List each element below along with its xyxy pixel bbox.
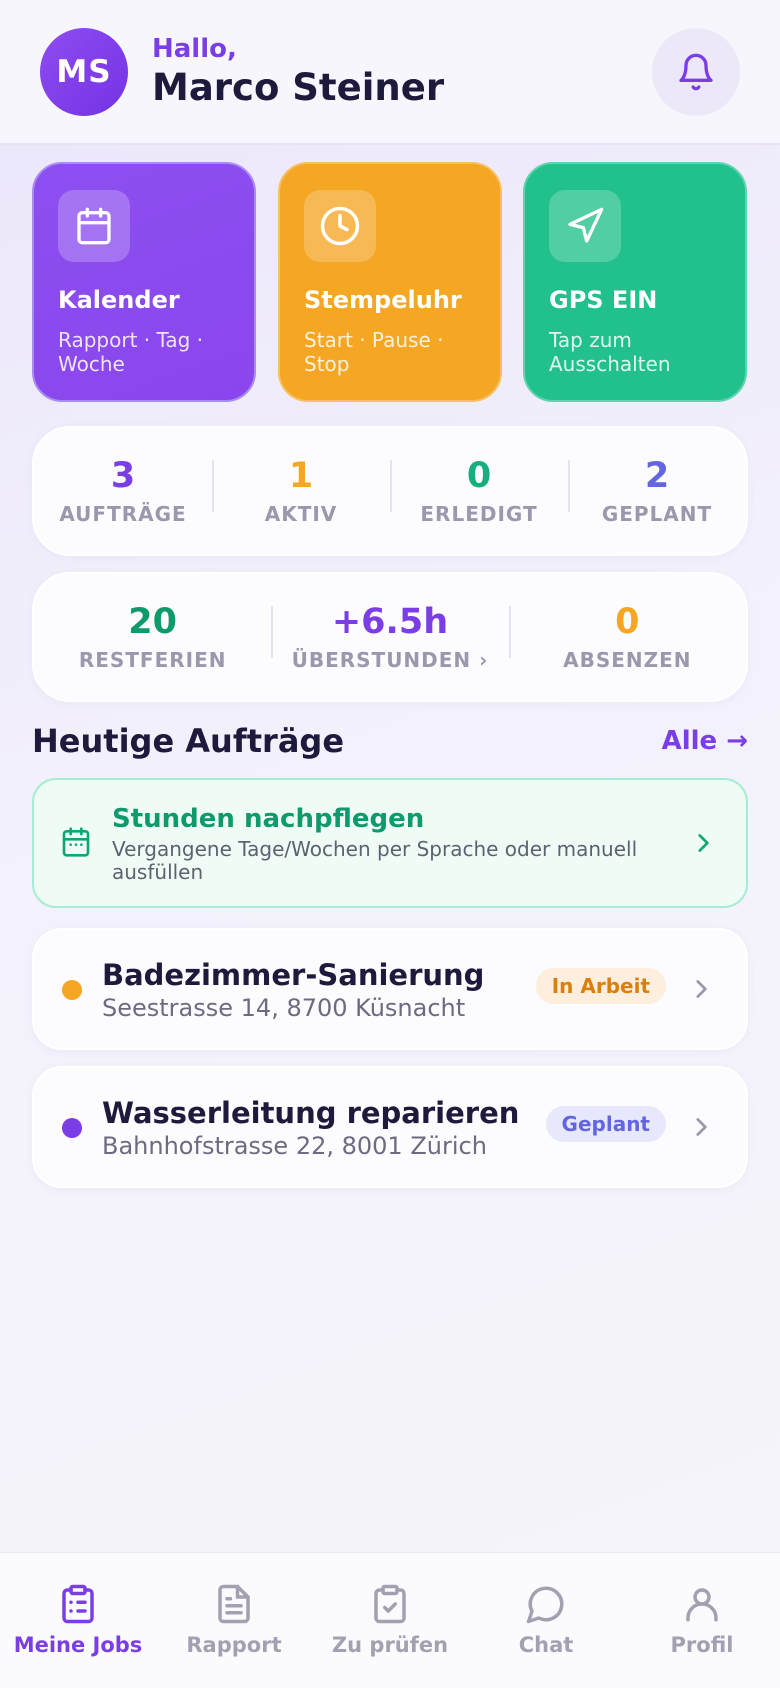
stat-label: ERLEDIGT (420, 502, 538, 526)
stat-label: ÜBERSTUNDEN › (291, 648, 489, 672)
time-clock-tile-subtitle: Start · Pause · Stop (304, 328, 444, 376)
bottom-navigation: Meine Jobs Rapport Zu prüfen Chat Profil (0, 1552, 780, 1688)
status-dot (62, 1118, 82, 1138)
chevron-right-icon (696, 980, 707, 998)
chat-bubble-icon (526, 1586, 564, 1624)
stat-label: AUFTRÄGE (59, 502, 187, 526)
chevron-right-icon (698, 834, 709, 852)
clipboard-list-icon (62, 1584, 94, 1624)
job-address: Seestrasse 14, 8700 Küsnacht (102, 994, 466, 1022)
nav-item-my-jobs[interactable]: Meine Jobs (0, 1553, 156, 1688)
job-card[interactable]: Badezimmer-Sanierung Seestrasse 14, 8700… (32, 928, 748, 1050)
calendar-tile[interactable]: Kalender Rapport · Tag · Woche (32, 162, 256, 402)
stat-value: 1 (288, 456, 314, 496)
avatar[interactable]: MS (40, 28, 128, 116)
nav-item-chat[interactable]: Chat (468, 1553, 624, 1688)
nav-item-report[interactable]: Rapport (156, 1553, 312, 1688)
nav-label: Rapport (186, 1633, 282, 1657)
stat-value: 0 (615, 602, 640, 642)
stat-value: 0 (466, 456, 492, 496)
view-all-link[interactable]: Alle → (662, 726, 748, 756)
job-card[interactable]: Wasserleitung reparieren Bahnhofstrasse … (32, 1066, 748, 1188)
user-name: Marco Steiner (152, 66, 445, 109)
file-text-icon (218, 1584, 250, 1624)
status-dot (62, 980, 82, 1000)
calendar-tile-subtitle: Rapport · Tag · Woche (58, 328, 204, 376)
nav-label: Profil (670, 1633, 734, 1657)
stat-value: +6.5h (331, 602, 449, 642)
backfill-hours-title: Stunden nachpflegen (112, 804, 425, 834)
stat-label: AKTIV (264, 502, 338, 526)
calendar-tile-icon-box (58, 190, 130, 262)
stat-planned[interactable]: 2 GEPLANT (568, 456, 746, 526)
stat-value: 3 (110, 456, 136, 496)
stat-remaining-vacation[interactable]: 20 RESTFERIEN (34, 602, 271, 672)
stat-label: GEPLANT (601, 502, 713, 526)
nav-label: Chat (518, 1633, 574, 1657)
stat-value: 2 (644, 456, 670, 496)
time-stats-card: 20 RESTFERIEN +6.5h ÜBERSTUNDEN › 0 ABSE… (32, 572, 748, 702)
notifications-button[interactable] (652, 28, 740, 116)
stat-overtime[interactable]: +6.5h ÜBERSTUNDEN › (271, 602, 508, 672)
calendar-tile-title: Kalender (58, 286, 180, 314)
greeting-text: Hallo, (152, 34, 237, 64)
app-header: MS Hallo, Marco Steiner (0, 0, 780, 145)
gps-tile[interactable]: GPS EIN Tap zum Ausschalten (523, 162, 747, 402)
clock-icon (320, 206, 360, 246)
gps-tile-subtitle: Tap zum Ausschalten (549, 328, 671, 376)
stat-active[interactable]: 1 AKTIV (212, 456, 390, 526)
calendar-icon (77, 207, 111, 245)
clipboard-check-icon (374, 1584, 406, 1624)
stat-done[interactable]: 0 ERLEDIGT (390, 456, 568, 526)
stat-orders[interactable]: 3 AUFTRÄGE (34, 456, 212, 526)
section-title: Heutige Aufträge (32, 722, 345, 760)
backfill-hours-banner[interactable]: Stunden nachpflegen Vergangene Tage/Woch… (32, 778, 748, 908)
nav-label: Meine Jobs (13, 1633, 143, 1657)
time-clock-tile-icon-box (304, 190, 376, 262)
chevron-right-icon (696, 1118, 707, 1136)
nav-item-to-review[interactable]: Zu prüfen (312, 1553, 468, 1688)
backfill-hours-subtitle: Vergangene Tage/Wochen per Sprache oder … (112, 837, 638, 884)
job-title: Wasserleitung reparieren (102, 1096, 520, 1130)
gps-tile-icon-box (549, 190, 621, 262)
stat-value: 20 (128, 602, 178, 642)
nav-item-profile[interactable]: Profil (624, 1553, 780, 1688)
status-badge: Geplant (545, 1106, 666, 1142)
job-stats-card: 3 AUFTRÄGE 1 AKTIV 0 ERLEDIGT 2 GEPLANT (32, 426, 748, 556)
time-clock-tile-title: Stempeluhr (304, 286, 462, 314)
navigation-arrow-icon (568, 207, 604, 243)
stat-label: ABSENZEN (563, 648, 692, 672)
stat-absences[interactable]: 0 ABSENZEN (508, 602, 746, 672)
gps-tile-title: GPS EIN (549, 286, 658, 314)
status-badge: In Arbeit (535, 968, 666, 1004)
job-address: Bahnhofstrasse 22, 8001 Zürich (102, 1132, 487, 1160)
stat-label: RESTFERIEN (78, 648, 227, 672)
user-icon (686, 1588, 718, 1622)
time-clock-tile[interactable]: Stempeluhr Start · Pause · Stop (278, 162, 502, 402)
job-title: Badezimmer-Sanierung (102, 958, 485, 992)
nav-label: Zu prüfen (331, 1633, 449, 1657)
calendar-icon (62, 827, 90, 857)
bell-icon (679, 53, 713, 91)
